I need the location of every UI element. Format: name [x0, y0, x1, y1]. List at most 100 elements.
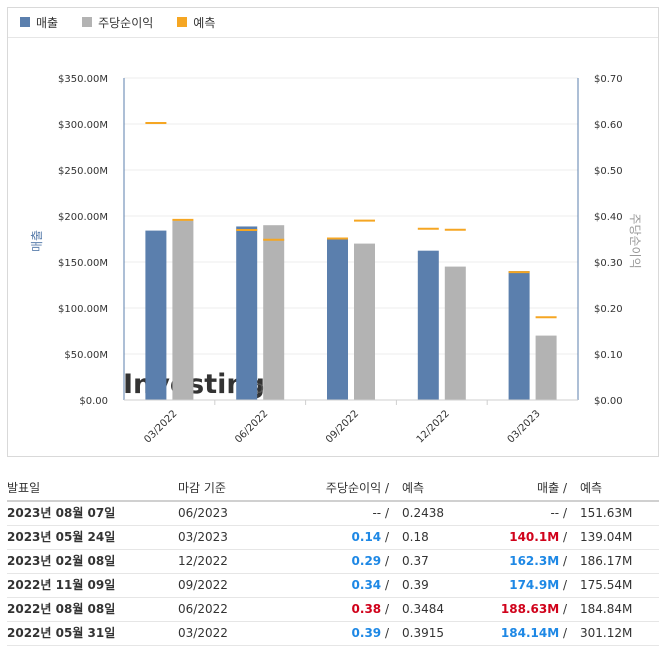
- row-eps-value: 0.38: [351, 602, 382, 616]
- row-eps: 0.34 /: [351, 578, 389, 592]
- row-eps-value: 0.39: [351, 626, 382, 640]
- table-body: 2023년 08월 07일 06/2023 -- / 0.2438 -- / 151.63…: [7, 502, 659, 646]
- row-revenue: -- /: [550, 506, 567, 520]
- row-revenue-forecast: 139.04M: [580, 530, 633, 544]
- legend-item-eps[interactable]: 주당순이익: [82, 14, 153, 31]
- y-axis-title-right: 주당순이익: [628, 213, 642, 268]
- row-eps-forecast: 0.2438: [402, 506, 444, 520]
- header-revenue-forecast[interactable]: 예측: [580, 476, 602, 500]
- legend-item-revenue[interactable]: 매출: [20, 14, 58, 31]
- row-revenue-forecast: 175.54M: [580, 578, 633, 592]
- row-eps-forecast: 0.18: [402, 530, 429, 544]
- earnings-table: 발표일 마감 기준 주당순이익 / 예측 매출 / 예측 2023년 08월 0…: [7, 476, 659, 646]
- x-tick-label: 03/2023: [506, 408, 543, 445]
- row-revenue-value: 140.1M: [509, 530, 560, 544]
- row-eps-value: 0.34: [351, 578, 382, 592]
- table-row[interactable]: 2022년 11월 09일 09/2022 0.34 / 0.39 174.9M / 17…: [7, 574, 659, 598]
- earnings-chart-panel: 매출 주당순이익 예측 Investing .com $0.00 $0.00 $50…: [7, 7, 659, 457]
- row-eps-forecast: 0.39: [402, 578, 429, 592]
- forecast-swatch: [177, 17, 188, 27]
- row-revenue: 162.3M /: [509, 554, 567, 568]
- row-period: 03/2022: [178, 626, 228, 640]
- y-tick-label-right: $0.20: [594, 304, 623, 315]
- row-date: 2023년 05월 24일: [7, 530, 116, 544]
- revenue-swatch: [20, 17, 30, 27]
- eps-bar: [535, 335, 557, 400]
- row-period: 06/2023: [178, 506, 228, 520]
- table-row[interactable]: 2022년 05월 31일 03/2022 0.39 / 0.3915 184.14M …: [7, 622, 659, 646]
- table-row[interactable]: 2023년 05월 24일 03/2023 0.14 / 0.18 140.1M / 13…: [7, 526, 659, 550]
- row-eps-forecast: 0.3484: [402, 602, 444, 616]
- legend-item-forecast[interactable]: 예측: [177, 14, 215, 31]
- legend-label-eps: 주당순이익: [98, 15, 154, 30]
- row-eps: 0.39 /: [351, 626, 389, 640]
- legend-label-forecast: 예측: [193, 15, 216, 30]
- row-eps: 0.38 /: [351, 602, 389, 616]
- row-revenue: 188.63M /: [500, 602, 567, 616]
- header-revenue-slash: /: [562, 481, 567, 495]
- revenue-bar: [417, 250, 439, 400]
- row-date: 2022년 05월 31일: [7, 626, 116, 640]
- eps-bar: [444, 266, 466, 400]
- row-revenue: 184.14M /: [500, 626, 567, 640]
- y-tick-label-right: $0.40: [594, 212, 623, 223]
- row-period: 06/2022: [178, 602, 228, 616]
- row-period: 09/2022: [178, 578, 228, 592]
- row-eps: 0.14 /: [351, 530, 389, 544]
- row-date: 2022년 11월 09일: [7, 578, 116, 592]
- header-period[interactable]: 마감 기준: [178, 476, 226, 500]
- row-eps-value: --: [372, 506, 382, 520]
- header-date[interactable]: 발표일: [7, 476, 40, 500]
- row-period: 03/2023: [178, 530, 228, 544]
- y-tick-label-left: $100.00M: [58, 304, 108, 315]
- revenue-bar: [145, 230, 167, 400]
- header-revenue[interactable]: 매출 /: [537, 476, 567, 500]
- revenue-bar: [327, 239, 348, 400]
- y-tick-label-left: $300.00M: [58, 120, 108, 131]
- y-tick-label-left: $200.00M: [58, 212, 108, 223]
- eps-bar: [263, 225, 285, 400]
- header-eps-slash: /: [384, 481, 389, 495]
- chart-plot: Investing .com $0.00 $0.00$50.00M $0.10$10…: [30, 74, 642, 445]
- row-eps-forecast: 0.37: [402, 554, 429, 568]
- y-tick-label-right: $0.60: [594, 120, 623, 131]
- row-eps-value: 0.14: [351, 530, 382, 544]
- header-eps-forecast[interactable]: 예측: [402, 476, 424, 500]
- row-revenue: 140.1M /: [509, 530, 567, 544]
- header-eps[interactable]: 주당순이익 /: [326, 476, 389, 500]
- y-tick-label-left: $350.00M: [58, 74, 108, 85]
- x-tick-label: 06/2022: [233, 408, 270, 445]
- y-tick-label-left: $0.00: [79, 396, 108, 407]
- table-row[interactable]: 2023년 02월 08일 12/2022 0.29 / 0.37 162.3M / 18…: [7, 550, 659, 574]
- table-header: 발표일 마감 기준 주당순이익 / 예측 매출 / 예측: [7, 476, 659, 502]
- row-eps-value: 0.29: [351, 554, 382, 568]
- row-revenue-forecast: 186.17M: [580, 554, 633, 568]
- row-date: 2023년 08월 07일: [7, 506, 116, 520]
- y-axis-title-left: 매출: [30, 230, 44, 252]
- row-eps-forecast: 0.3915: [402, 626, 444, 640]
- chart-legend: 매출 주당순이익 예측: [20, 12, 239, 32]
- y-tick-label-right: $0.10: [594, 350, 623, 361]
- eps-bar: [354, 243, 375, 400]
- x-tick-label: 09/2022: [324, 408, 361, 445]
- revenue-bar: [508, 271, 530, 400]
- row-revenue-value: 184.14M: [500, 626, 560, 640]
- header-revenue-label: 매출: [537, 481, 560, 495]
- y-tick-label-right: $0.30: [594, 258, 623, 269]
- row-date: 2023년 02월 08일: [7, 554, 116, 568]
- row-revenue-value: --: [550, 506, 560, 520]
- eps-bar: [172, 220, 194, 400]
- revenue-bar: [236, 226, 258, 400]
- row-revenue-value: 188.63M: [500, 602, 560, 616]
- table-row[interactable]: 2022년 08월 08일 06/2022 0.38 / 0.3484 188.63M …: [7, 598, 659, 622]
- legend-label-revenue: 매출: [36, 15, 59, 30]
- header-eps-label: 주당순이익: [325, 481, 382, 495]
- eps-swatch: [82, 17, 93, 27]
- row-revenue: 174.9M /: [509, 578, 567, 592]
- y-tick-label-left: $250.00M: [58, 166, 108, 177]
- row-date: 2022년 08월 08일: [7, 602, 116, 616]
- y-tick-label-right: $0.00: [594, 396, 623, 407]
- table-row[interactable]: 2023년 08월 07일 06/2023 -- / 0.2438 -- / 151.63…: [7, 502, 659, 526]
- row-eps: 0.29 /: [351, 554, 389, 568]
- x-tick-label: 12/2022: [415, 408, 452, 445]
